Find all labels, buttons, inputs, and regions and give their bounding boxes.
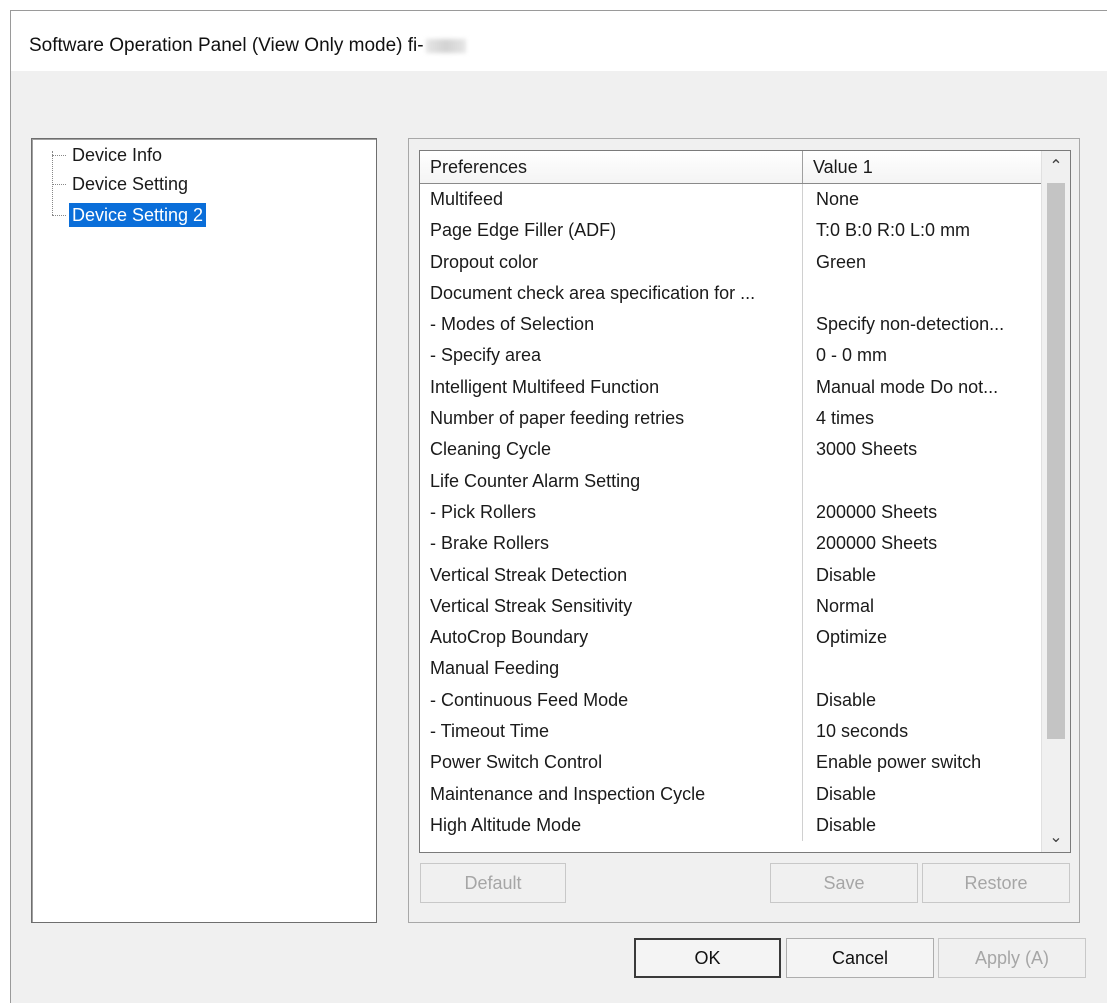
scroll-up-icon[interactable]: ⌃ bbox=[1042, 151, 1070, 181]
table-row[interactable]: Cleaning Cycle 3000 Sheets bbox=[420, 434, 1042, 466]
preference-name-cell: Life Counter Alarm Setting bbox=[420, 465, 803, 497]
preference-value-cell[interactable]: T:0 B:0 R:0 L:0 mm bbox=[803, 215, 1042, 246]
preference-value-cell[interactable]: Specify non-detection... bbox=[803, 309, 1042, 340]
table-row[interactable]: Vertical Streak Detection Disable bbox=[420, 559, 1042, 591]
preference-name-cell: High Altitude Mode bbox=[420, 809, 803, 842]
table-row[interactable]: AutoCrop Boundary Optimize bbox=[420, 622, 1042, 654]
preference-value-cell[interactable]: 200000 Sheets bbox=[803, 528, 1042, 559]
tree-branch-line bbox=[52, 183, 66, 185]
table-row[interactable]: - Modes of Selection Specify non-detectio… bbox=[420, 309, 1042, 341]
restore-button[interactable]: Restore bbox=[922, 863, 1070, 903]
tree-item-device-info[interactable]: Device Info bbox=[52, 143, 165, 167]
table-row[interactable]: Life Counter Alarm Setting bbox=[420, 465, 1042, 497]
tree-branch-line bbox=[52, 214, 66, 216]
title-bar: Software Operation Panel (View Only mode… bbox=[11, 11, 1107, 71]
preference-value-cell[interactable]: Enable power switch bbox=[803, 747, 1042, 778]
grid-header: Preferences Value 1 bbox=[420, 151, 1042, 184]
table-row[interactable]: - Brake Rollers 200000 Sheets bbox=[420, 528, 1042, 560]
default-button[interactable]: Default bbox=[420, 863, 566, 903]
table-row[interactable]: Power Switch Control Enable power switch bbox=[420, 747, 1042, 779]
preference-name-cell: Maintenance and Inspection Cycle bbox=[420, 778, 803, 810]
preference-name-cell: - Timeout Time bbox=[420, 716, 803, 748]
preference-name-cell: Document check area specification for ..… bbox=[420, 277, 803, 310]
table-row[interactable]: Maintenance and Inspection Cycle Disable bbox=[420, 778, 1042, 810]
preference-value-cell[interactable]: Disable bbox=[803, 685, 1042, 716]
preference-name-cell: - Specify area bbox=[420, 340, 803, 372]
table-row[interactable]: - Continuous Feed Mode Disable bbox=[420, 684, 1042, 717]
scrollbar-thumb[interactable] bbox=[1047, 183, 1065, 739]
preference-name-cell: Dropout color bbox=[420, 246, 803, 278]
table-row[interactable]: Dropout color Green bbox=[420, 246, 1042, 278]
vertical-scrollbar[interactable]: ⌃ ⌄ bbox=[1041, 151, 1070, 852]
preferences-grid[interactable]: Preferences Value 1 Multifeed None Page Ed… bbox=[419, 150, 1071, 853]
redacted-model-number bbox=[425, 38, 466, 53]
settings-tree[interactable]: Device Info Device Setting Device Settin… bbox=[31, 138, 377, 923]
preference-name-cell: Vertical Streak Detection bbox=[420, 559, 803, 591]
preference-value-cell[interactable]: 3000 Sheets bbox=[803, 434, 1042, 465]
tree-item-device-setting-2[interactable]: Device Setting 2 bbox=[52, 203, 207, 227]
ok-button[interactable]: OK bbox=[634, 938, 781, 978]
preference-name-cell: Intelligent Multifeed Function bbox=[420, 371, 803, 404]
table-row[interactable]: Number of paper feeding retries 4 times bbox=[420, 403, 1042, 435]
grid-rows: Multifeed None Page Edge Filler (ADF) T:0 B… bbox=[420, 184, 1042, 842]
preference-value-cell[interactable] bbox=[803, 278, 1042, 309]
preference-value-cell[interactable]: Manual mode Do not... bbox=[803, 372, 1042, 403]
preference-value-cell[interactable]: Disable bbox=[803, 779, 1042, 810]
table-row[interactable]: Page Edge Filler (ADF) T:0 B:0 R:0 L:0 mm bbox=[420, 215, 1042, 247]
preference-value-cell[interactable]: Normal bbox=[803, 591, 1042, 622]
preference-name-cell: Vertical Streak Sensitivity bbox=[420, 590, 803, 623]
table-row[interactable]: - Specify area 0 - 0 mm bbox=[420, 340, 1042, 372]
table-row[interactable]: Manual Feeding bbox=[420, 653, 1042, 685]
tree-item-label: Device Info bbox=[72, 145, 163, 165]
preference-value-cell[interactable]: Optimize bbox=[803, 622, 1042, 653]
preference-name-cell: Page Edge Filler (ADF) bbox=[420, 215, 803, 247]
preference-value-cell[interactable]: Green bbox=[803, 247, 1042, 278]
save-button[interactable]: Save bbox=[770, 863, 918, 903]
preference-name-cell: Power Switch Control bbox=[420, 747, 803, 779]
preference-value-cell[interactable]: None bbox=[803, 184, 1042, 215]
preference-value-cell[interactable] bbox=[803, 653, 1042, 684]
table-row[interactable]: Intelligent Multifeed Function Manual mod… bbox=[420, 371, 1042, 404]
apply-button[interactable]: Apply (A) bbox=[938, 938, 1086, 978]
preference-value-cell[interactable] bbox=[803, 466, 1042, 497]
table-row[interactable]: Vertical Streak Sensitivity Normal bbox=[420, 590, 1042, 623]
window-title-text: Software Operation Panel (View Only mode… bbox=[29, 35, 424, 56]
preference-value-cell[interactable]: 0 - 0 mm bbox=[803, 340, 1042, 371]
column-header-value[interactable]: Value 1 bbox=[803, 151, 1042, 183]
preference-value-cell[interactable]: 10 seconds bbox=[803, 716, 1042, 747]
tree-item-label: Device Setting bbox=[72, 174, 189, 194]
preference-name-cell: Cleaning Cycle bbox=[420, 434, 803, 466]
preference-value-cell[interactable]: 200000 Sheets bbox=[803, 497, 1042, 528]
preference-name-cell: - Modes of Selection bbox=[420, 309, 803, 341]
tree-item-device-setting[interactable]: Device Setting bbox=[52, 172, 191, 196]
window-title: Software Operation Panel (View Only mode… bbox=[29, 35, 466, 57]
table-row[interactable]: Document check area specification for ..… bbox=[420, 277, 1042, 310]
preference-name-cell: Number of paper feeding retries bbox=[420, 403, 803, 435]
table-row[interactable]: Multifeed None bbox=[420, 184, 1042, 216]
column-header-preferences[interactable]: Preferences bbox=[420, 151, 803, 183]
table-row[interactable]: High Altitude Mode Disable bbox=[420, 809, 1042, 842]
preference-value-cell[interactable]: 4 times bbox=[803, 403, 1042, 434]
tree-item-label: Device Setting 2 bbox=[69, 203, 207, 227]
preference-name-cell: - Continuous Feed Mode bbox=[420, 684, 803, 717]
preference-name-cell: Multifeed bbox=[420, 184, 803, 216]
preference-name-cell: - Pick Rollers bbox=[420, 496, 803, 529]
scroll-down-icon[interactable]: ⌄ bbox=[1042, 822, 1070, 852]
table-row[interactable]: - Pick Rollers 200000 Sheets bbox=[420, 496, 1042, 529]
table-row[interactable]: - Timeout Time 10 seconds bbox=[420, 716, 1042, 748]
cancel-button[interactable]: Cancel bbox=[786, 938, 934, 978]
preference-name-cell: AutoCrop Boundary bbox=[420, 622, 803, 654]
preference-value-cell[interactable]: Disable bbox=[803, 810, 1042, 841]
preference-name-cell: - Brake Rollers bbox=[420, 528, 803, 560]
preference-name-cell: Manual Feeding bbox=[420, 653, 803, 685]
preference-value-cell[interactable]: Disable bbox=[803, 560, 1042, 591]
tree-branch-line bbox=[52, 154, 66, 156]
